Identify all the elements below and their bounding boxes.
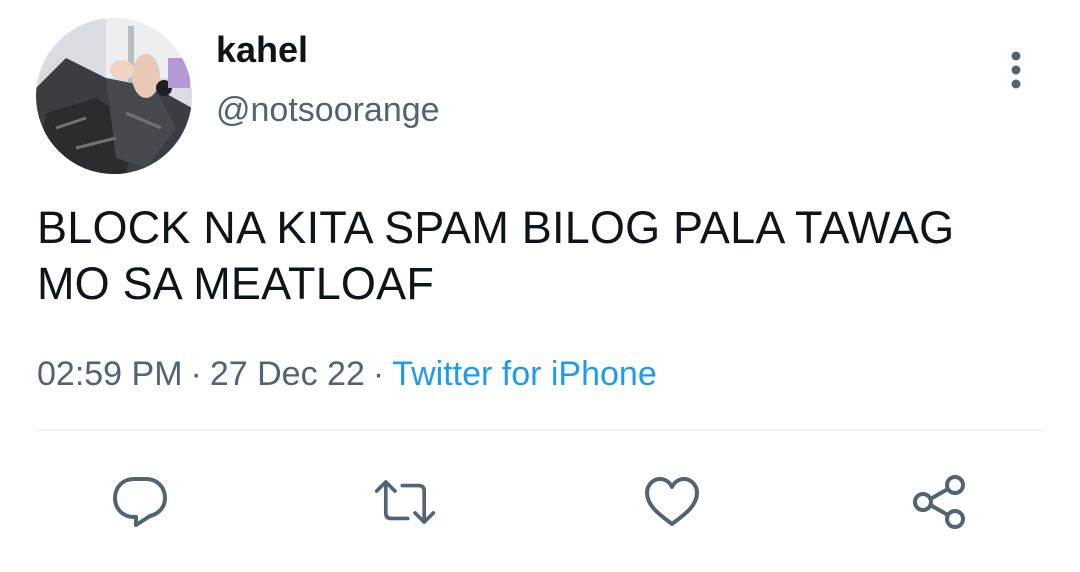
share-icon	[913, 475, 965, 529]
avatar-image	[36, 18, 192, 174]
tweet-source-link[interactable]: Twitter for iPhone	[392, 355, 657, 393]
meta-separator: ·	[372, 355, 385, 393]
heart-icon	[645, 477, 699, 526]
divider	[36, 429, 1044, 431]
meta-separator: ·	[190, 355, 202, 393]
user-handle[interactable]: @notsoorange	[216, 88, 440, 132]
reply-button[interactable]	[108, 470, 172, 534]
retweet-button[interactable]	[373, 470, 437, 534]
retweet-icon	[374, 480, 436, 524]
tweet-metadata: 02:59 PM · 27 Dec 22 · Twitter for iPhone	[37, 352, 657, 396]
display-name[interactable]: kahel	[216, 28, 308, 72]
reply-icon	[113, 477, 167, 527]
tweet-date[interactable]: 27 Dec 22	[210, 355, 365, 393]
tweet-time: 02:59 PM	[37, 355, 183, 393]
more-options-button[interactable]	[996, 46, 1036, 94]
tweet-text: BLOCK NA KITA SPAM BILOG PALA TAWAG MO S…	[37, 202, 955, 309]
more-vertical-icon	[1011, 51, 1021, 89]
like-button[interactable]	[640, 470, 704, 534]
avatar[interactable]	[36, 18, 192, 174]
share-button[interactable]	[908, 470, 972, 534]
